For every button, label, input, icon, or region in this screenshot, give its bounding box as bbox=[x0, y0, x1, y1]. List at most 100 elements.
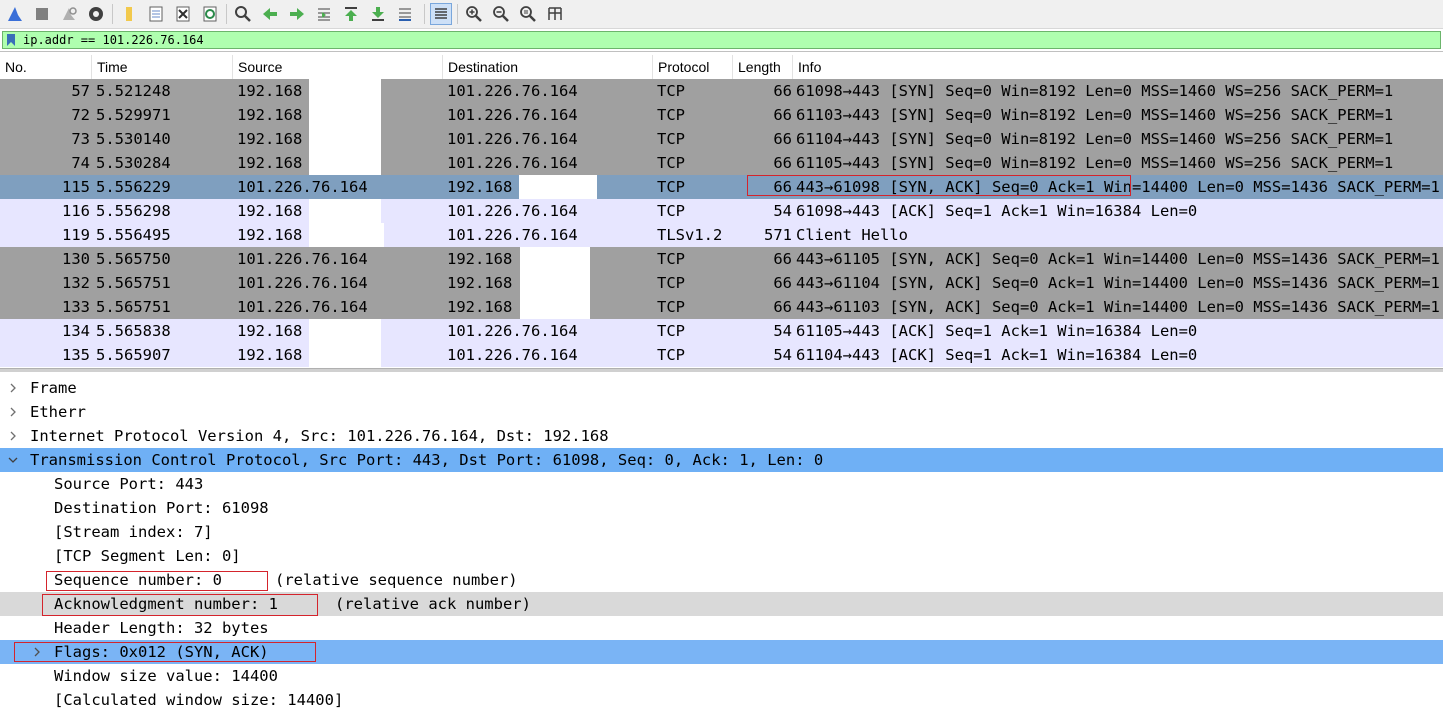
tree-item-header-length[interactable]: Header Length: 32 bytes bbox=[0, 616, 1443, 640]
tree-item-ethernet[interactable]: Etherr bbox=[0, 400, 1443, 424]
packet-no: 115 bbox=[62, 178, 90, 196]
display-filter-bar: ip.addr == 101.226.76.164 bbox=[0, 29, 1443, 52]
packet-row[interactable]: 119 5.556495 192.168 101.226.76.164 TLSv1.2 5… bbox=[0, 223, 1443, 247]
packet-info: 443→61104 [SYN, ACK] Seq=0 Ack=1 Win=144… bbox=[796, 274, 1440, 292]
packet-time: 5.565751 bbox=[96, 274, 171, 292]
packet-destination: 101.226.76.164 bbox=[447, 82, 578, 100]
packet-length: 66 bbox=[773, 154, 792, 172]
packet-protocol: TCP bbox=[657, 106, 685, 124]
chevron-right-icon[interactable] bbox=[6, 400, 20, 424]
stop-capture-icon[interactable] bbox=[31, 3, 53, 25]
packet-no: 57 bbox=[71, 82, 90, 100]
packet-info: 61105→443 [ACK] Seq=1 Ack=1 Win=16384 Le… bbox=[796, 322, 1198, 340]
chevron-right-icon[interactable] bbox=[6, 424, 20, 448]
packet-row[interactable]: 115 5.556229 101.226.76.164 192.168 TCP 66 443… bbox=[0, 175, 1443, 199]
packet-row[interactable]: 72 5.529971 192.168 101.226.76.164 TCP 66 6110… bbox=[0, 103, 1443, 127]
tree-item-ip[interactable]: Internet Protocol Version 4, Src: 101.22… bbox=[0, 424, 1443, 448]
packet-length: 54 bbox=[773, 322, 792, 340]
column-header-length[interactable]: Length bbox=[733, 55, 793, 79]
open-file-icon[interactable] bbox=[118, 3, 140, 25]
tree-item-frame[interactable]: Frame bbox=[0, 376, 1443, 400]
go-last-icon[interactable] bbox=[367, 3, 389, 25]
bookmark-icon[interactable] bbox=[6, 34, 16, 46]
file-set-icon[interactable] bbox=[145, 3, 167, 25]
tree-item-stream-index[interactable]: [Stream index: 7] bbox=[0, 520, 1443, 544]
packet-details-tree: Frame Etherr Internet Protocol Version 4… bbox=[0, 376, 1443, 714]
tree-item-label: Window size value: 14400 bbox=[54, 667, 278, 685]
packet-row[interactable]: 74 5.530284 192.168 101.226.76.164 TCP 66 6110… bbox=[0, 151, 1443, 175]
go-to-packet-icon[interactable] bbox=[313, 3, 335, 25]
chevron-down-icon[interactable] bbox=[6, 448, 20, 472]
zoom-normal-icon[interactable] bbox=[517, 3, 539, 25]
tree-item-calc-window[interactable]: [Calculated window size: 14400] bbox=[0, 688, 1443, 712]
packet-no: 135 bbox=[62, 346, 90, 364]
packet-protocol: TCP bbox=[657, 250, 685, 268]
packet-info: 61098→443 [ACK] Seq=1 Ack=1 Win=16384 Le… bbox=[796, 202, 1198, 220]
tree-item-dst-port[interactable]: Destination Port: 61098 bbox=[0, 496, 1443, 520]
packet-length: 66 bbox=[773, 130, 792, 148]
packet-source: 192.168 bbox=[237, 106, 303, 124]
packet-time: 5.530284 bbox=[96, 154, 171, 172]
zoom-in-icon[interactable] bbox=[463, 3, 485, 25]
tree-item-segment-len[interactable]: [TCP Segment Len: 0] bbox=[0, 544, 1443, 568]
chevron-right-icon[interactable] bbox=[6, 376, 20, 400]
tree-item-window-size[interactable]: Window size value: 14400 bbox=[0, 664, 1443, 688]
go-back-icon[interactable] bbox=[259, 3, 281, 25]
packet-protocol: TCP bbox=[657, 154, 685, 172]
zoom-out-icon[interactable] bbox=[490, 3, 512, 25]
redaction-patch bbox=[519, 175, 597, 199]
tree-item-tcp[interactable]: Transmission Control Protocol, Src Port:… bbox=[0, 448, 1443, 472]
column-header-source[interactable]: Source bbox=[233, 55, 443, 79]
packet-destination: 101.226.76.164 bbox=[447, 322, 578, 340]
packet-row[interactable]: 130 5.565750 101.226.76.164 192.168 TCP 66 443… bbox=[0, 247, 1443, 271]
shark-fin-start-icon[interactable] bbox=[4, 3, 26, 25]
packet-destination: 192.168 bbox=[447, 298, 513, 316]
display-filter-input[interactable]: ip.addr == 101.226.76.164 bbox=[2, 31, 1441, 49]
redaction-patch bbox=[309, 343, 381, 367]
packet-info: 61105→443 [SYN] Seq=0 Win=8192 Len=0 MSS… bbox=[796, 154, 1394, 172]
close-file-icon[interactable] bbox=[172, 3, 194, 25]
go-first-icon[interactable] bbox=[340, 3, 362, 25]
packet-row[interactable]: 73 5.530140 192.168 101.226.76.164 TCP 66 6110… bbox=[0, 127, 1443, 151]
packet-row[interactable]: 133 5.565751 101.226.76.164 192.168 TCP 66 443… bbox=[0, 295, 1443, 319]
packet-row[interactable]: 116 5.556298 192.168 101.226.76.164 TCP 54 610… bbox=[0, 199, 1443, 223]
tree-item-src-port[interactable]: Source Port: 443 bbox=[0, 472, 1443, 496]
autoscroll-icon[interactable] bbox=[394, 3, 416, 25]
packet-list-header: No. Time Source Destination Protocol Len… bbox=[0, 55, 1443, 80]
packet-row[interactable]: 135 5.565907 192.168 101.226.76.164 TCP 54 611… bbox=[0, 343, 1443, 367]
packet-protocol: TCP bbox=[657, 130, 685, 148]
resize-columns-icon[interactable] bbox=[544, 3, 566, 25]
tree-item-label: Transmission Control Protocol, Src Port:… bbox=[30, 451, 824, 469]
packet-row[interactable]: 132 5.565751 101.226.76.164 192.168 TCP 66 443… bbox=[0, 271, 1443, 295]
packet-destination: 192.168 bbox=[447, 274, 513, 292]
packet-protocol: TCP bbox=[657, 346, 685, 364]
packet-destination: 101.226.76.164 bbox=[447, 202, 578, 220]
colorize-icon[interactable] bbox=[430, 3, 452, 25]
tree-item-label: [Stream index: 7] bbox=[54, 523, 213, 541]
column-header-protocol[interactable]: Protocol bbox=[653, 55, 733, 79]
tree-item-label: [TCP Segment Len: 0] bbox=[54, 547, 241, 565]
packet-info: Client Hello bbox=[796, 226, 908, 244]
find-packet-icon[interactable] bbox=[232, 3, 254, 25]
annotation-box-sequence bbox=[46, 571, 268, 591]
go-forward-icon[interactable] bbox=[286, 3, 308, 25]
column-header-destination[interactable]: Destination bbox=[443, 55, 653, 79]
packet-source: 101.226.76.164 bbox=[237, 250, 368, 268]
packet-list: 57 5.521248 192.168 101.226.76.164 TCP 66 6109… bbox=[0, 79, 1443, 368]
reload-icon[interactable] bbox=[199, 3, 221, 25]
packet-destination: 101.226.76.164 bbox=[447, 226, 578, 244]
column-header-time[interactable]: Time bbox=[92, 55, 233, 79]
column-header-info[interactable]: Info bbox=[793, 55, 1443, 79]
redaction-patch bbox=[309, 223, 384, 247]
packet-row[interactable]: 57 5.521248 192.168 101.226.76.164 TCP 66 6109… bbox=[0, 79, 1443, 103]
redaction-patch bbox=[520, 271, 590, 295]
packet-row[interactable]: 134 5.565838 192.168 101.226.76.164 TCP 54 611… bbox=[0, 319, 1443, 343]
restart-capture-icon[interactable] bbox=[58, 3, 80, 25]
pane-splitter[interactable] bbox=[0, 368, 1443, 372]
packet-no: 134 bbox=[62, 322, 90, 340]
packet-source: 101.226.76.164 bbox=[237, 298, 368, 316]
column-header-no[interactable]: No. bbox=[0, 55, 92, 79]
packet-protocol: TCP bbox=[657, 202, 685, 220]
capture-options-icon[interactable] bbox=[85, 3, 107, 25]
packet-length: 54 bbox=[773, 202, 792, 220]
